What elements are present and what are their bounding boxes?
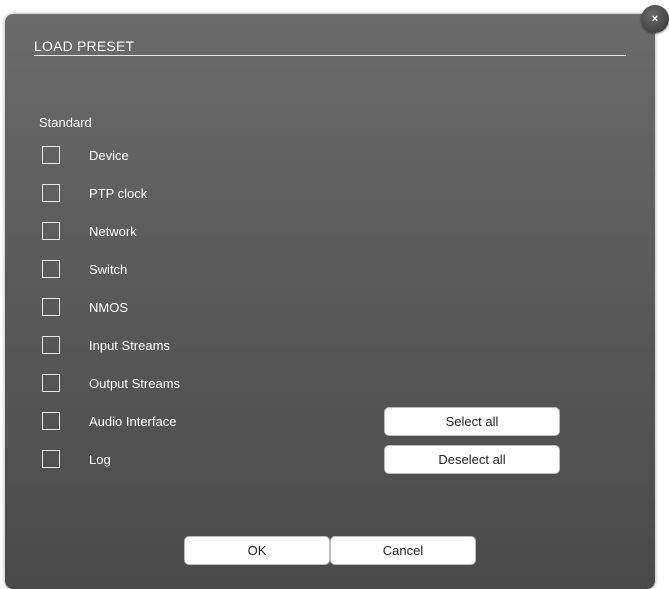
network-label: Network [89, 223, 137, 239]
ptp-clock-checkbox[interactable] [42, 184, 60, 202]
network-checkbox[interactable] [42, 222, 60, 240]
nmos-label: NMOS [89, 299, 128, 315]
device-checkbox[interactable] [42, 146, 60, 164]
ptp-clock-label: PTP clock [89, 185, 148, 201]
input-streams-checkbox[interactable] [42, 336, 60, 354]
ok-button[interactable]: OK [184, 536, 330, 565]
close-icon[interactable]: × [641, 5, 669, 33]
preset-item-network[interactable]: Network [42, 221, 137, 241]
section-label-standard: Standard [39, 115, 92, 130]
audio-interface-checkbox[interactable] [42, 412, 60, 430]
preset-item-nmos[interactable]: NMOS [42, 297, 128, 317]
preset-item-switch[interactable]: Switch [42, 259, 127, 279]
output-streams-label: Output Streams [89, 375, 181, 391]
deselect-all-button[interactable]: Deselect all [384, 445, 560, 474]
preset-item-ptp-clock[interactable]: PTP clock [42, 183, 147, 203]
switch-label: Switch [89, 261, 128, 277]
preset-item-output-streams[interactable]: Output Streams [42, 373, 180, 393]
title-divider [34, 55, 626, 56]
input-streams-label: Input Streams [89, 337, 170, 353]
preset-item-log[interactable]: Log [42, 449, 111, 469]
audio-interface-label: Audio Interface [89, 413, 177, 429]
device-label: Device [89, 147, 129, 163]
select-all-button[interactable]: Select all [384, 407, 560, 436]
preset-item-audio-interface[interactable]: Audio Interface [42, 411, 176, 431]
preset-item-input-streams[interactable]: Input Streams [42, 335, 170, 355]
output-streams-checkbox[interactable] [42, 374, 60, 392]
cancel-button[interactable]: Cancel [330, 536, 476, 565]
dialog-title: LOAD PRESET [34, 38, 135, 54]
log-checkbox[interactable] [42, 450, 60, 468]
preset-item-device[interactable]: Device [42, 145, 129, 165]
nmos-checkbox[interactable] [42, 298, 60, 316]
load-preset-dialog: LOAD PRESET Standard Device PTP clock Ne… [5, 14, 655, 589]
switch-checkbox[interactable] [42, 260, 60, 278]
log-label: Log [89, 451, 111, 467]
